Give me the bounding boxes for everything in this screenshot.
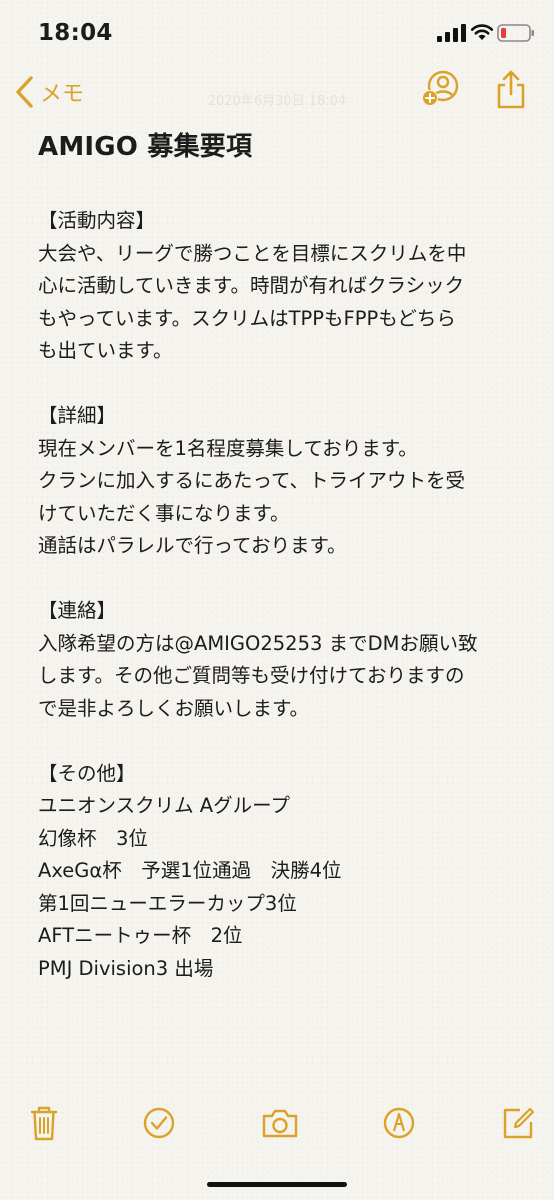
note-line: AFTニートゥー杯 2位 — [38, 924, 243, 947]
note-line: 現在メンバーを1名程度募集しております。 — [38, 436, 418, 460]
note-line: 【その他】 — [38, 761, 136, 785]
note-line: 幻像杯 3位 — [38, 826, 148, 850]
note-line: クランに加入するにあたって、トライアウトを受 — [38, 469, 466, 492]
wifi-icon — [470, 24, 494, 40]
note-line: します。その他ご質問等も受け付けておりますの — [38, 664, 465, 687]
note-line: 心に活動していきます。時間が有ればクラシック — [38, 274, 465, 297]
trash-icon[interactable] — [26, 1104, 62, 1142]
note-line: 【活動内容】 — [38, 209, 156, 232]
nav-bar: 2020年6月30日 18:04 メモ — [0, 68, 554, 118]
note-line — [38, 368, 528, 401]
note-line: けていただく事になります。 — [38, 501, 290, 525]
cellular-signal-icon — [437, 24, 466, 42]
back-button[interactable]: メモ — [14, 72, 84, 112]
bottom-toolbar — [0, 1104, 554, 1144]
note-line: も出ています。 — [38, 339, 173, 362]
share-icon[interactable] — [494, 68, 528, 110]
compose-icon[interactable] — [500, 1104, 536, 1142]
checklist-icon[interactable] — [141, 1104, 177, 1142]
note-line — [38, 725, 528, 758]
note-line: で是非よろしくお願いします。 — [38, 696, 310, 720]
note-line — [38, 563, 528, 596]
note-line: AxeGα杯 予選1位通過 決勝4位 — [38, 859, 342, 882]
note-line: 入隊希望の方は@AMIGO25253 までDMお願い致 — [38, 631, 478, 655]
home-indicator — [207, 1182, 347, 1187]
camera-icon[interactable] — [260, 1104, 300, 1142]
note-line: もやっています。スクリムはTPPもFPPもどちら — [38, 306, 456, 330]
note-line: 【詳細】 — [38, 404, 117, 427]
note-line: 第1回ニューエラーカップ3位 — [38, 891, 297, 915]
chevron-left-icon — [16, 76, 33, 108]
battery-icon — [497, 24, 534, 42]
note-line: ユニオンスクリム Aグループ — [38, 794, 290, 817]
note-line: 通話はパラレルで行っております。 — [38, 534, 347, 557]
note-body[interactable]: 【活動内容】大会や、リーグで勝つことを目標にスクリムを中 心に活動していきます。時… — [38, 205, 528, 985]
status-bar: 18:04 — [0, 0, 554, 68]
note-line: 大会や、リーグで勝つことを目標にスクリムを中 — [38, 241, 467, 265]
add-person-icon[interactable] — [420, 68, 462, 110]
note-line: PMJ Division3 出場 — [38, 956, 214, 980]
markup-icon[interactable] — [381, 1104, 417, 1142]
note-line: 【連絡】 — [38, 599, 117, 622]
status-time: 18:04 — [38, 20, 113, 46]
back-label: メモ — [40, 82, 85, 107]
note-title[interactable]: AMIGO 募集要項 — [38, 126, 252, 163]
